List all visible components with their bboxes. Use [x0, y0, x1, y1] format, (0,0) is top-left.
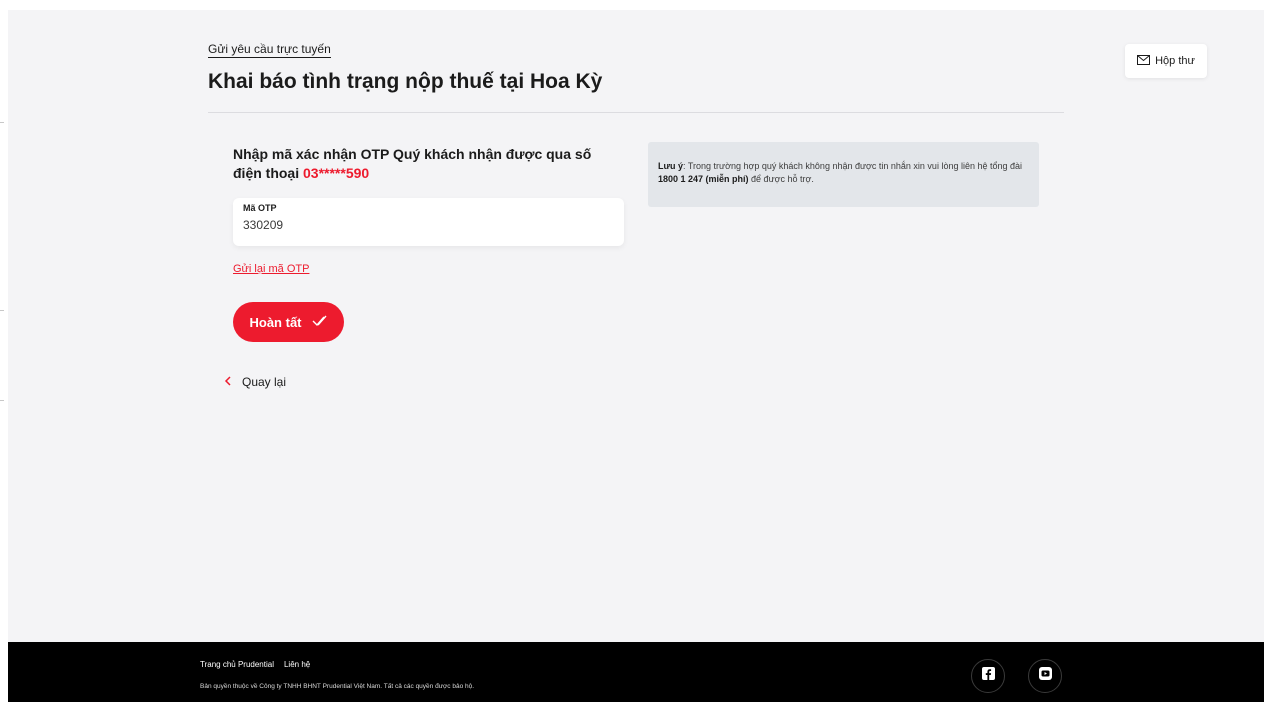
- otp-instruction: Nhập mã xác nhận OTP Quý khách nhận được…: [233, 145, 623, 183]
- header-divider: [208, 112, 1064, 113]
- resend-otp-link[interactable]: Gửi lại mã OTP: [233, 263, 309, 275]
- youtube-link[interactable]: [1028, 659, 1062, 693]
- submit-button[interactable]: Hoàn tất: [233, 302, 344, 342]
- otp-field[interactable]: Mã OTP: [233, 198, 624, 246]
- back-link[interactable]: Quay lại: [224, 375, 286, 389]
- breadcrumb[interactable]: Gửi yêu cầu trực tuyến: [208, 42, 331, 58]
- otp-input[interactable]: [243, 218, 603, 232]
- footer-contact-link[interactable]: Liên hệ: [284, 660, 310, 669]
- note-box: Lưu ý: Trong trường hợp quý khách không …: [648, 142, 1039, 207]
- footer: Trang chủ Prudential Liên hệ Bản quyền t…: [8, 642, 1264, 702]
- note-text-end: để được hỗ trợ.: [748, 174, 814, 184]
- page-title: Khai báo tình trạng nộp thuế tại Hoa Kỳ: [208, 70, 603, 93]
- edge-tick: [0, 400, 4, 401]
- hotline-number: 1800 1 247 (miễn phí): [658, 174, 749, 184]
- note-text: : Trong trường hợp quý khách không nhận …: [683, 161, 1023, 171]
- double-check-icon: [312, 315, 328, 330]
- page-container: Gửi yêu cầu trực tuyến Khai báo tình trạ…: [8, 10, 1264, 702]
- facebook-icon: [981, 667, 995, 685]
- footer-home-link[interactable]: Trang chủ Prudential: [200, 660, 274, 669]
- back-link-label: Quay lại: [242, 375, 287, 389]
- copyright-text: Bản quyền thuộc về Công ty TNHH BHNT Pru…: [200, 683, 475, 690]
- envelope-icon: [1137, 54, 1151, 68]
- note-label: Lưu ý: [658, 161, 684, 171]
- otp-field-label: Mã OTP: [243, 203, 277, 213]
- youtube-icon: [1038, 667, 1052, 685]
- footer-links: Trang chủ Prudential Liên hệ: [200, 660, 310, 669]
- inbox-label: Hộp thư: [1155, 55, 1195, 67]
- chevron-left-icon: [224, 375, 232, 389]
- inbox-button[interactable]: Hộp thư: [1125, 44, 1207, 78]
- masked-phone-number: 03*****590: [303, 165, 370, 181]
- edge-tick: [0, 310, 4, 311]
- facebook-link[interactable]: [971, 659, 1005, 693]
- submit-button-label: Hoàn tất: [249, 314, 302, 330]
- otp-instruction-text: Nhập mã xác nhận OTP Quý khách nhận được…: [233, 146, 592, 181]
- edge-tick: [0, 122, 4, 123]
